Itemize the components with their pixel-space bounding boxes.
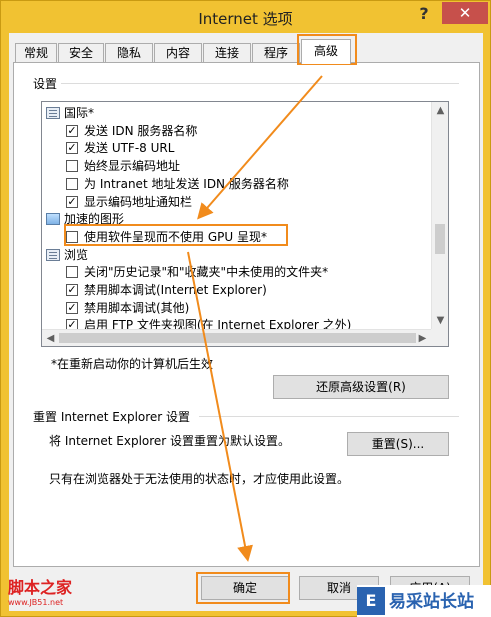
settings-group[interactable]: 浏览 <box>42 246 422 264</box>
vertical-scrollbar[interactable]: ▲ ▼ <box>431 102 448 329</box>
restore-advanced-settings-button[interactable]: 还原高级设置(R) <box>273 375 449 399</box>
checkbox-checked[interactable]: ✓ <box>66 124 78 137</box>
watermark-jb51: 脚本之家 www.JB51.net <box>8 574 72 607</box>
close-button[interactable]: ✕ <box>442 2 488 24</box>
settings-item-label: 国际* <box>64 106 95 120</box>
highlight-ok-button <box>196 572 290 604</box>
reset-button[interactable]: 重置(S)... <box>347 432 449 456</box>
checkbox-checked[interactable]: ✓ <box>66 301 78 314</box>
checkbox-checked[interactable]: ✓ <box>66 284 78 296</box>
tab-privacy[interactable]: 隐私 <box>105 43 153 63</box>
watermark-left-title: 脚本之家 <box>8 578 73 597</box>
checkbox-unchecked[interactable] <box>66 177 78 190</box>
checkbox-unchecked[interactable] <box>66 160 78 173</box>
settings-item-label: 禁用脚本调试(Internet Explorer) <box>84 283 267 297</box>
watermark-left-url: www.JB51.net <box>8 598 64 607</box>
settings-item-label: 关闭"历史记录"和"收藏夹"中未使用的文件夹* <box>84 265 329 280</box>
watermark-easck: E 易采站长站 <box>357 585 491 617</box>
tab-security[interactable]: 安全 <box>58 43 104 63</box>
settings-label: 设置 <box>33 77 58 91</box>
settings-option[interactable]: ✓ 禁用脚本调试(Internet Explorer) <box>42 281 422 299</box>
tab-content[interactable]: 内容 <box>154 43 202 63</box>
group-icon <box>46 107 60 119</box>
settings-group[interactable]: 国际* <box>42 104 422 122</box>
restart-note: *在重新启动你的计算机后生效 <box>51 357 214 371</box>
settings-option[interactable]: 关闭"历史记录"和"收藏夹"中未使用的文件夹* <box>42 263 422 281</box>
internet-options-window: Internet 选项 ? ✕ 常规 安全 隐私 内容 连接 程序 高级 设置 … <box>0 0 491 617</box>
checkbox-checked[interactable]: ✓ <box>66 142 78 155</box>
settings-divider <box>61 83 459 84</box>
tab-programs[interactable]: 程序 <box>252 43 300 63</box>
settings-item-label: 发送 IDN 服务器名称 <box>84 123 198 138</box>
checkbox-checked[interactable]: ✓ <box>66 195 78 208</box>
settings-option[interactable]: ✓ 显示编码地址通知栏 <box>42 193 422 211</box>
settings-item-label: 浏览 <box>64 247 89 262</box>
scrollbar-corner <box>431 329 448 346</box>
reset-description: 将 Internet Explorer 设置重置为默认设置。 <box>49 434 291 448</box>
scroll-left-icon[interactable]: ◀ <box>42 330 59 347</box>
checkbox-unchecked[interactable] <box>66 266 78 279</box>
settings-item-label: 为 Intranet 地址发送 IDN 服务器名称 <box>84 176 289 191</box>
settings-option[interactable]: ✓ 发送 UTF-8 URL <box>42 139 422 157</box>
group-icon <box>46 248 60 261</box>
settings-item-label: 发送 UTF-8 URL <box>84 141 175 156</box>
horizontal-scrollbar[interactable]: ◀ ▶ <box>42 329 431 346</box>
horizontal-scroll-thumb[interactable] <box>59 333 416 343</box>
tab-connections[interactable]: 连接 <box>203 43 251 63</box>
title-bar: Internet 选项 ? ✕ <box>1 1 490 33</box>
tab-advanced[interactable]: 高级 <box>301 39 351 64</box>
watermark-right-text: 易采站长站 <box>389 592 474 612</box>
dialog-client-area: 常规 安全 隐私 内容 连接 程序 高级 设置 国际* ✓ 发送 IDN 服务器名称… <box>9 33 483 611</box>
settings-option[interactable]: ✓ 发送 IDN 服务器名称 <box>42 122 422 140</box>
settings-item-label: 始终显示编码地址 <box>84 159 181 174</box>
settings-option[interactable]: 为 Intranet 地址发送 IDN 服务器名称 <box>42 175 422 193</box>
tab-general[interactable]: 常规 <box>15 43 57 63</box>
reset-divider <box>199 416 459 417</box>
reset-section-label: 重置 Internet Explorer 设置 <box>33 410 191 424</box>
settings-item-label: 显示编码地址通知栏 <box>84 194 193 209</box>
watermark-logo-icon: E <box>357 587 385 615</box>
help-button[interactable]: ? <box>413 3 435 25</box>
scroll-right-icon[interactable]: ▶ <box>414 330 431 347</box>
scroll-down-icon[interactable]: ▼ <box>432 312 449 329</box>
settings-item-label: 禁用脚本调试(其他) <box>84 300 190 315</box>
image-icon <box>46 213 60 226</box>
reset-warning: 只有在浏览器处于无法使用的状态时，才应使用此设置。 <box>49 472 350 486</box>
vertical-scroll-thumb[interactable] <box>435 224 445 254</box>
scroll-up-icon[interactable]: ▲ <box>432 102 449 119</box>
settings-option[interactable]: ✓ 禁用脚本调试(其他) <box>42 299 422 317</box>
highlight-gpu-option <box>64 224 288 246</box>
settings-option[interactable]: 始终显示编码地址 <box>42 157 422 175</box>
